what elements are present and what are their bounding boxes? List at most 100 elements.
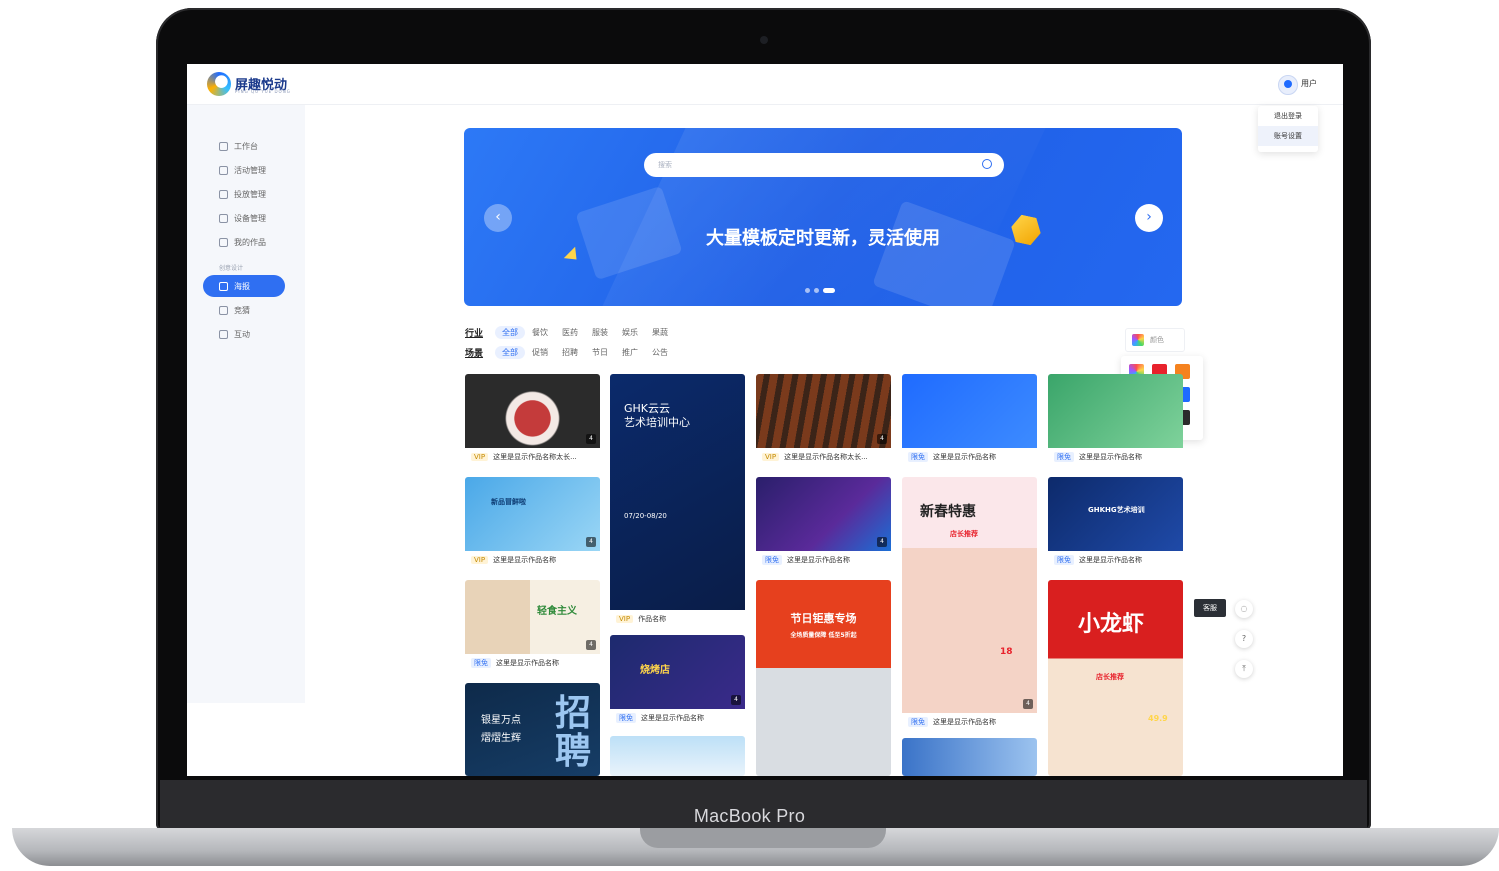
scene-filter: 场景 全部 促销 招聘 节日 推广 公告 bbox=[465, 346, 682, 359]
filter-option[interactable]: 推广 bbox=[622, 347, 638, 358]
carousel-next-button[interactable]: › bbox=[1135, 204, 1163, 232]
account-settings-menu-item[interactable]: 账号设置 bbox=[1258, 126, 1318, 146]
filter-option-active[interactable]: 全部 bbox=[495, 326, 526, 339]
poster-date: 07/20-08/20 bbox=[624, 512, 667, 520]
card-caption: VIP 这里是显示作品名称 bbox=[465, 551, 600, 569]
template-card[interactable]: 小龙虾 店长推荐 49.9 bbox=[1048, 580, 1183, 776]
user-name[interactable]: 用户 bbox=[1301, 78, 1317, 89]
card-thumbnail: 新春特惠 店长推荐 18 4 bbox=[902, 477, 1037, 713]
filter-option[interactable]: 节日 bbox=[592, 347, 608, 358]
sidebar-item-poster[interactable]: 海报 bbox=[203, 275, 285, 297]
template-card[interactable]: 新品冒鲜啦 4 VIP 这里是显示作品名称 bbox=[465, 477, 600, 569]
camera-icon bbox=[760, 36, 768, 44]
card-caption: 限免 这里是显示作品名称 bbox=[610, 709, 745, 727]
template-card[interactable] bbox=[610, 736, 745, 776]
card-thumbnail bbox=[1048, 374, 1183, 448]
sidebar-item-works[interactable]: 我的作品 bbox=[203, 231, 301, 253]
filter-option[interactable]: 餐饮 bbox=[532, 327, 548, 338]
template-card[interactable]: 银星万点 熠熠生辉 招聘 bbox=[465, 683, 600, 776]
template-card[interactable]: 节日钜惠专场 全场质量保障 低至5折起 bbox=[756, 580, 891, 776]
card-thumbnail: 新品冒鲜啦 4 bbox=[465, 477, 600, 551]
filter-option[interactable]: 果蔬 bbox=[652, 327, 668, 338]
avatar[interactable] bbox=[1278, 75, 1298, 95]
card-thumbnail: 4 bbox=[756, 374, 891, 448]
carousel-prev-button[interactable]: ‹ bbox=[484, 204, 512, 232]
filter-option-active[interactable]: 全部 bbox=[495, 346, 526, 359]
page-count: 4 bbox=[586, 434, 596, 444]
sidebar-item-workbench[interactable]: 工作台 bbox=[203, 135, 301, 157]
sidebar-item-devices[interactable]: 设备管理 bbox=[203, 207, 301, 229]
template-card[interactable]: 新春特惠 店长推荐 18 4 限免 这里是显示作品名称 bbox=[902, 477, 1037, 731]
search-icon[interactable] bbox=[982, 159, 992, 169]
filter-option[interactable]: 娱乐 bbox=[622, 327, 638, 338]
card-thumbnail bbox=[610, 736, 745, 776]
template-card[interactable]: 限免 这里是显示作品名称 bbox=[1048, 374, 1183, 466]
template-card[interactable]: 烧烤店 4 限免 这里是显示作品名称 bbox=[610, 635, 745, 727]
carousel-dot-active[interactable] bbox=[823, 288, 835, 293]
poster-price: 49.9 bbox=[1148, 714, 1168, 723]
card-caption: VIP 作品名称 bbox=[610, 610, 745, 628]
search-placeholder: 搜索 bbox=[658, 161, 672, 169]
page-count: 4 bbox=[586, 537, 596, 547]
poster-headline: 新春特惠 bbox=[920, 504, 976, 520]
carousel-dot[interactable] bbox=[814, 288, 819, 293]
card-title: 这里是显示作品名称 bbox=[1079, 453, 1142, 461]
card-title: 这里是显示作品名称 bbox=[933, 453, 996, 461]
card-thumbnail: GHK云云 艺术培训中心 07/20-08/20 bbox=[610, 374, 745, 610]
color-filter-button[interactable]: 颜色 bbox=[1125, 328, 1185, 352]
card-caption: 限免 这里是显示作品名称 bbox=[902, 713, 1037, 731]
card-thumbnail: 小龙虾 店长推荐 49.9 bbox=[1048, 580, 1183, 776]
card-thumbnail: 轻食主义 4 bbox=[465, 580, 600, 654]
filter-option[interactable]: 公告 bbox=[652, 347, 668, 358]
template-card[interactable]: 轻食主义 4 限免 这里是显示作品名称 bbox=[465, 580, 600, 672]
filter-option[interactable]: 促销 bbox=[532, 347, 548, 358]
color-swatch-icon bbox=[1132, 334, 1144, 346]
carousel-dot[interactable] bbox=[805, 288, 810, 293]
chat-icon[interactable]: ◌ bbox=[1235, 600, 1253, 618]
vip-badge: VIP bbox=[616, 615, 634, 623]
card-caption: VIP 这里是显示作品名称太长... bbox=[465, 448, 600, 466]
template-card[interactable]: GHKHG艺术培训 限免 这里是显示作品名称 bbox=[1048, 477, 1183, 569]
search-input[interactable]: 搜索 bbox=[644, 153, 1004, 177]
logout-menu-item[interactable]: 退出登录 bbox=[1258, 106, 1318, 126]
broadcast-icon bbox=[219, 189, 228, 199]
sidebar-item-delivery[interactable]: 投放管理 bbox=[203, 183, 301, 205]
workbench-icon bbox=[219, 141, 228, 151]
card-thumbnail: 4 bbox=[756, 477, 891, 551]
card-thumbnail bbox=[902, 374, 1037, 448]
template-card[interactable]: 限免 这里是显示作品名称 bbox=[902, 374, 1037, 466]
page-count: 4 bbox=[1023, 699, 1033, 709]
page-count: 4 bbox=[877, 434, 887, 444]
card-title: 这里是显示作品名称太长... bbox=[784, 453, 868, 461]
filter-option[interactable]: 医药 bbox=[562, 327, 578, 338]
poster-icon bbox=[219, 281, 228, 291]
card-title: 作品名称 bbox=[638, 615, 667, 623]
free-badge: 限免 bbox=[616, 713, 636, 723]
banner-title: 大量模板定时更新，灵活使用 bbox=[706, 228, 940, 249]
free-badge: 限免 bbox=[1054, 452, 1074, 462]
poster-line: 艺术培训中心 bbox=[624, 416, 690, 429]
screen: 屏趣悦动 PING QU YUE DONG 用户 退出登录 账号设置 工作台 活… bbox=[187, 64, 1343, 776]
sidebar-item-label: 设备管理 bbox=[234, 213, 266, 223]
template-card[interactable]: 4 限免 这里是显示作品名称 bbox=[756, 477, 891, 569]
filter-option[interactable]: 招聘 bbox=[562, 347, 578, 358]
vip-badge: VIP bbox=[471, 453, 489, 461]
calendar-icon bbox=[219, 165, 228, 175]
sidebar-item-label: 活动管理 bbox=[234, 165, 266, 175]
template-card[interactable]: 4 VIP 这里是显示作品名称太长... bbox=[465, 374, 600, 466]
sidebar-item-interact[interactable]: 互动 bbox=[203, 323, 301, 345]
poster-line: 银星万点 bbox=[481, 715, 521, 726]
template-card[interactable]: 4 VIP 这里是显示作品名称太长... bbox=[756, 374, 891, 466]
help-icon[interactable]: ? bbox=[1235, 630, 1253, 648]
device-brand: MacBook Pro bbox=[693, 806, 806, 826]
free-badge: 限免 bbox=[471, 658, 491, 668]
card-caption: 限免 这里是显示作品名称 bbox=[465, 654, 600, 672]
back-to-top-icon[interactable]: ⤒ bbox=[1235, 660, 1253, 678]
filter-option[interactable]: 服装 bbox=[592, 327, 608, 338]
template-card[interactable] bbox=[902, 738, 1037, 776]
vip-badge: VIP bbox=[762, 453, 780, 461]
sidebar-item-quiz[interactable]: 竞猜 bbox=[203, 299, 301, 321]
sidebar-item-label: 我的作品 bbox=[234, 237, 266, 247]
template-card[interactable]: GHK云云 艺术培训中心 07/20-08/20 VIP 作品名称 bbox=[610, 374, 745, 628]
sidebar-item-activity[interactable]: 活动管理 bbox=[203, 159, 301, 181]
